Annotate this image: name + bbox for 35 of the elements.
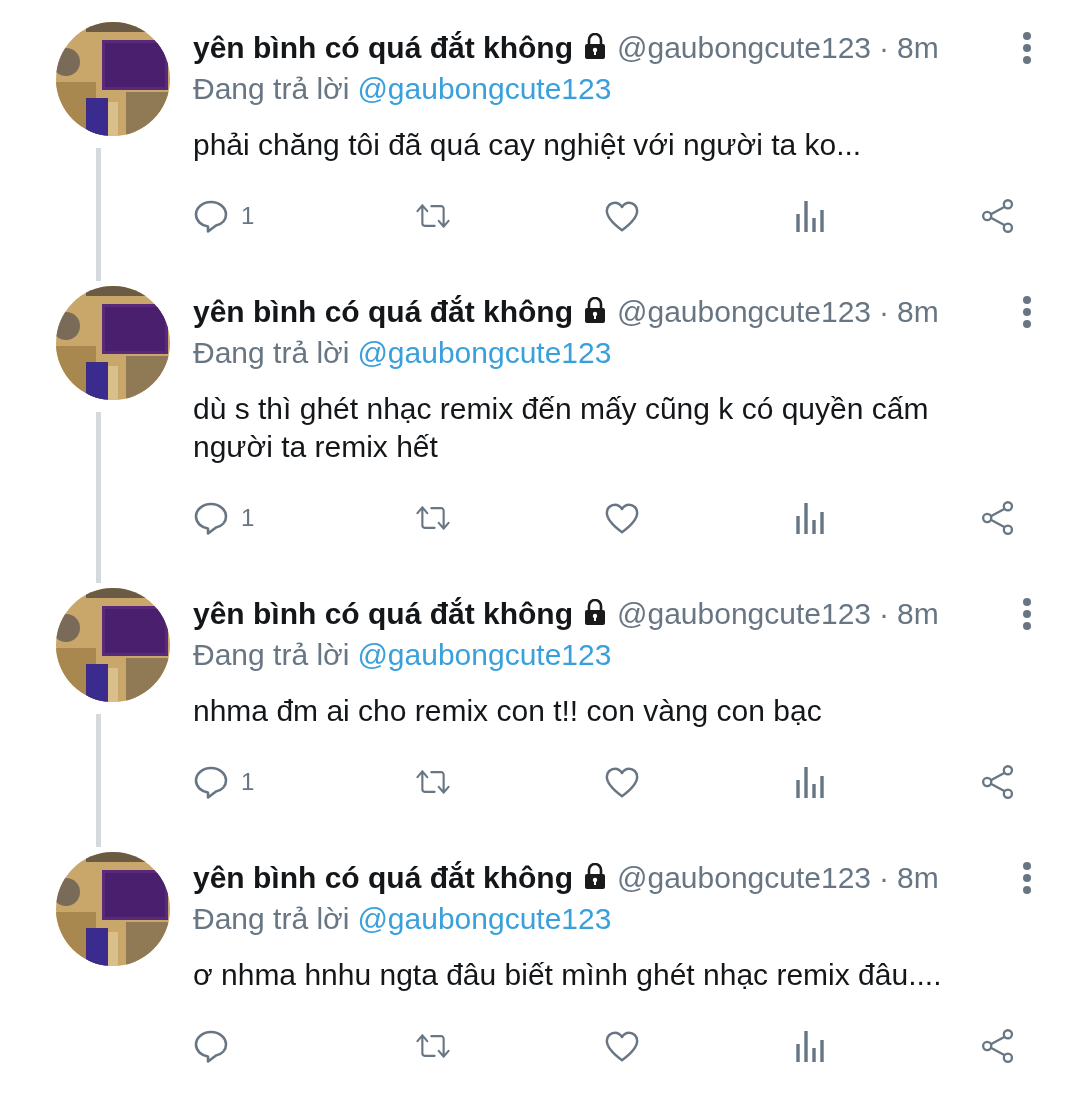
- reply-icon[interactable]: [193, 198, 229, 234]
- share-icon[interactable]: [980, 764, 1016, 800]
- handle: @gaubongcute123: [617, 597, 872, 631]
- tweet-text: phải chăng tôi đã quá cay nghiệt với người ta ko...: [193, 127, 863, 163]
- display-name[interactable]: yên bình có quá đắt không: [193, 861, 573, 895]
- share-icon[interactable]: [980, 500, 1016, 536]
- timestamp: 8m: [897, 295, 939, 329]
- separator-dot: ·: [879, 295, 890, 329]
- share-icon[interactable]: [980, 1028, 1016, 1064]
- handle: @gaubongcute123: [617, 861, 872, 895]
- separator-dot: ·: [879, 31, 890, 65]
- timestamp: 8m: [897, 31, 939, 65]
- display-name[interactable]: yên bình có quá đắt không: [193, 597, 573, 631]
- replying-label: Đang trả lời: [193, 336, 350, 370]
- tweet-text: dù s thì ghét nhạc remix đến mấy cũng k có quyền cấm người ta remix hết: [193, 391, 930, 465]
- handle: @gaubongcute123: [617, 295, 872, 329]
- reply-icon[interactable]: [193, 500, 229, 536]
- replying-label: Đang trả lời: [193, 902, 350, 936]
- display-name[interactable]: yên bình có quá đắt không: [193, 295, 573, 329]
- tweet-text: ơ nhma hnhu ngta đâu biết mình ghét nhạc remix đâu....: [193, 957, 943, 993]
- reply-icon[interactable]: [193, 1028, 229, 1064]
- separator-dot: ·: [879, 597, 890, 631]
- reply-count: 1: [241, 504, 255, 532]
- share-icon[interactable]: [980, 198, 1016, 234]
- timestamp: 8m: [897, 597, 939, 631]
- reply-icon[interactable]: [193, 764, 229, 800]
- tweet-text: nhma đm ai cho remix con t!! con vàng con bạc: [193, 693, 823, 729]
- replying-label: Đang trả lời: [193, 72, 350, 106]
- display-name[interactable]: yên bình có quá đắt không: [193, 31, 573, 65]
- separator-dot: ·: [879, 861, 890, 895]
- handle: @gaubongcute123: [617, 31, 872, 65]
- replying-label: Đang trả lời: [193, 638, 350, 672]
- reply-count: 1: [241, 768, 255, 796]
- reply-count: 1: [241, 202, 255, 230]
- timestamp: 8m: [897, 861, 939, 895]
